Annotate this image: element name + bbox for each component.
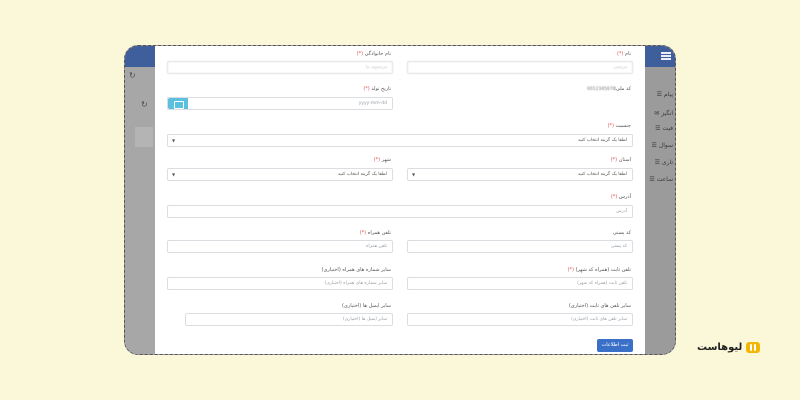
- national-code-value: 0012345678: [587, 87, 616, 92]
- other-mobiles-field[interactable]: سایر شماره های همراه (اختیاری): [167, 277, 393, 290]
- other-landlines-field[interactable]: سایر تلفن های ثابت (اختیاری): [407, 313, 633, 326]
- other-emails-label: سایر ایمیل ها (اختیاری): [341, 303, 391, 309]
- postal-code-label: کد پستی: [612, 230, 631, 236]
- landline-field[interactable]: تلفن ثابت (همراه کد شهر): [407, 277, 633, 290]
- calendar-icon[interactable]: [168, 98, 188, 109]
- city-label: شهر (*): [373, 157, 391, 163]
- last-name-label: نام خانوادگی (*): [356, 51, 391, 57]
- sidebar-item[interactable]: ☰ ساعت: [649, 176, 673, 183]
- address-field[interactable]: آدرس: [167, 205, 633, 218]
- other-landlines-label: سایر تلفن های ثابت (اختیاری): [568, 303, 631, 309]
- birth-date-field[interactable]: yyyy-mm-dd: [167, 97, 393, 110]
- sidebar-item[interactable]: ✉ انگیز: [654, 110, 673, 117]
- address-label: آدرس (*): [610, 194, 631, 200]
- gender-label: جنسیت (*): [607, 123, 631, 129]
- background-sidebar: ☰ پیام ✉ انگیز ☰ فیت ☰ سوال ☰ تاری ☰ ساع…: [645, 67, 675, 354]
- brand-logo-icon: [746, 342, 761, 353]
- profile-form-modal: نام (*) مرتضی نام خانوادگی (*) مرتضوی نی…: [155, 46, 645, 354]
- refresh-icon[interactable]: ↻: [129, 71, 136, 80]
- sidebar-item[interactable]: ☰ سوال: [652, 142, 673, 149]
- province-select[interactable]: ▼ لطفا یک گزینه انتخاب کنید: [407, 168, 633, 181]
- sidebar-item[interactable]: ☰ فیت: [655, 125, 673, 132]
- mobile-field[interactable]: تلفن همراه: [167, 240, 393, 253]
- province-label: استان (*): [610, 157, 631, 163]
- brand-name: لیوهاست: [697, 342, 743, 353]
- hamburger-menu-icon[interactable]: [661, 52, 671, 60]
- screenshot-frame: ↻ ↻ ☰ پیام ✉ انگیز ☰ فیت ☰ سوال ☰ تاری ☰…: [124, 45, 676, 355]
- sidebar-item[interactable]: ☰ تاری: [655, 159, 673, 166]
- other-mobiles-label: سایر شماره های همراه (اختیاری): [321, 267, 391, 273]
- gender-select[interactable]: ▼ لطفا یک گزینه انتخاب کنید: [167, 134, 633, 147]
- city-select[interactable]: ▼ لطفا یک گزینه انتخاب کنید: [167, 168, 393, 181]
- mobile-label: تلفن همراه (*): [359, 230, 391, 236]
- first-name-label: نام (*): [616, 51, 631, 57]
- background-block: [135, 127, 153, 147]
- national-code-label: کد ملی:: [614, 86, 631, 92]
- dropdown-arrow-icon: ▼: [172, 172, 176, 177]
- last-name-field[interactable]: مرتضوی نیا: [167, 61, 393, 74]
- landline-label: تلفن ثابت (همراه کد شهر) (*): [567, 267, 631, 273]
- dropdown-arrow-icon: ▼: [412, 172, 416, 177]
- dropdown-arrow-icon: ▼: [172, 138, 176, 143]
- birth-date-label: تاریخ تولد (*): [363, 86, 391, 92]
- postal-code-field[interactable]: کد پستی: [407, 240, 633, 253]
- refresh-icon[interactable]: ↻: [141, 100, 148, 109]
- submit-button[interactable]: ثبت اطلاعات: [597, 339, 633, 352]
- background-left-panel: ↻ ↻: [125, 67, 155, 354]
- brand-logo: لیوهاست: [697, 342, 761, 353]
- other-emails-field[interactable]: سایر ایمیل ها (اختیاری): [185, 313, 393, 326]
- sidebar-item[interactable]: ☰ پیام: [657, 91, 673, 98]
- first-name-field[interactable]: مرتضی: [407, 61, 633, 74]
